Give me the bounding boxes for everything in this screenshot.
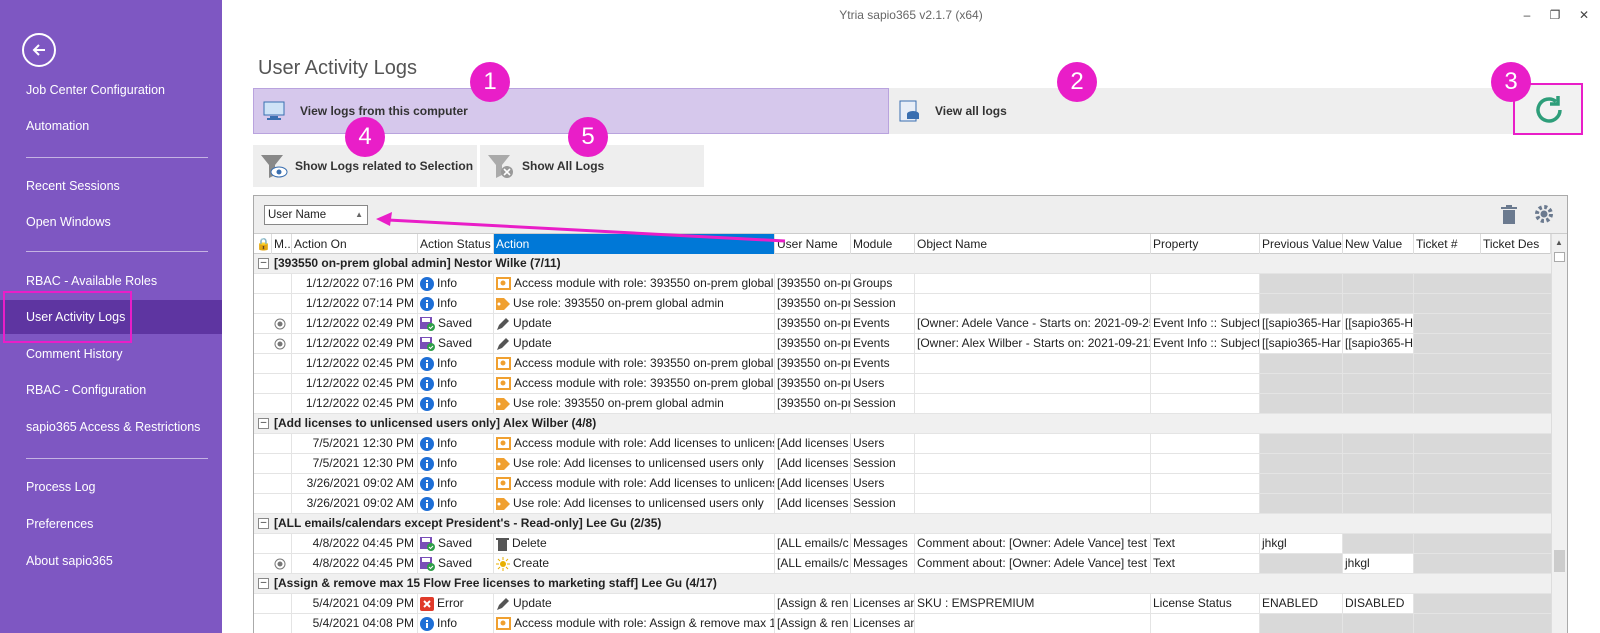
callout-badge: 4: [345, 117, 385, 157]
callout-badge: 2: [1057, 62, 1097, 102]
callout-badge: 3: [1491, 62, 1531, 102]
annotation-arrow: [376, 212, 786, 243]
callout-badge: 1: [470, 62, 510, 102]
callout-badge: 5: [568, 117, 608, 157]
